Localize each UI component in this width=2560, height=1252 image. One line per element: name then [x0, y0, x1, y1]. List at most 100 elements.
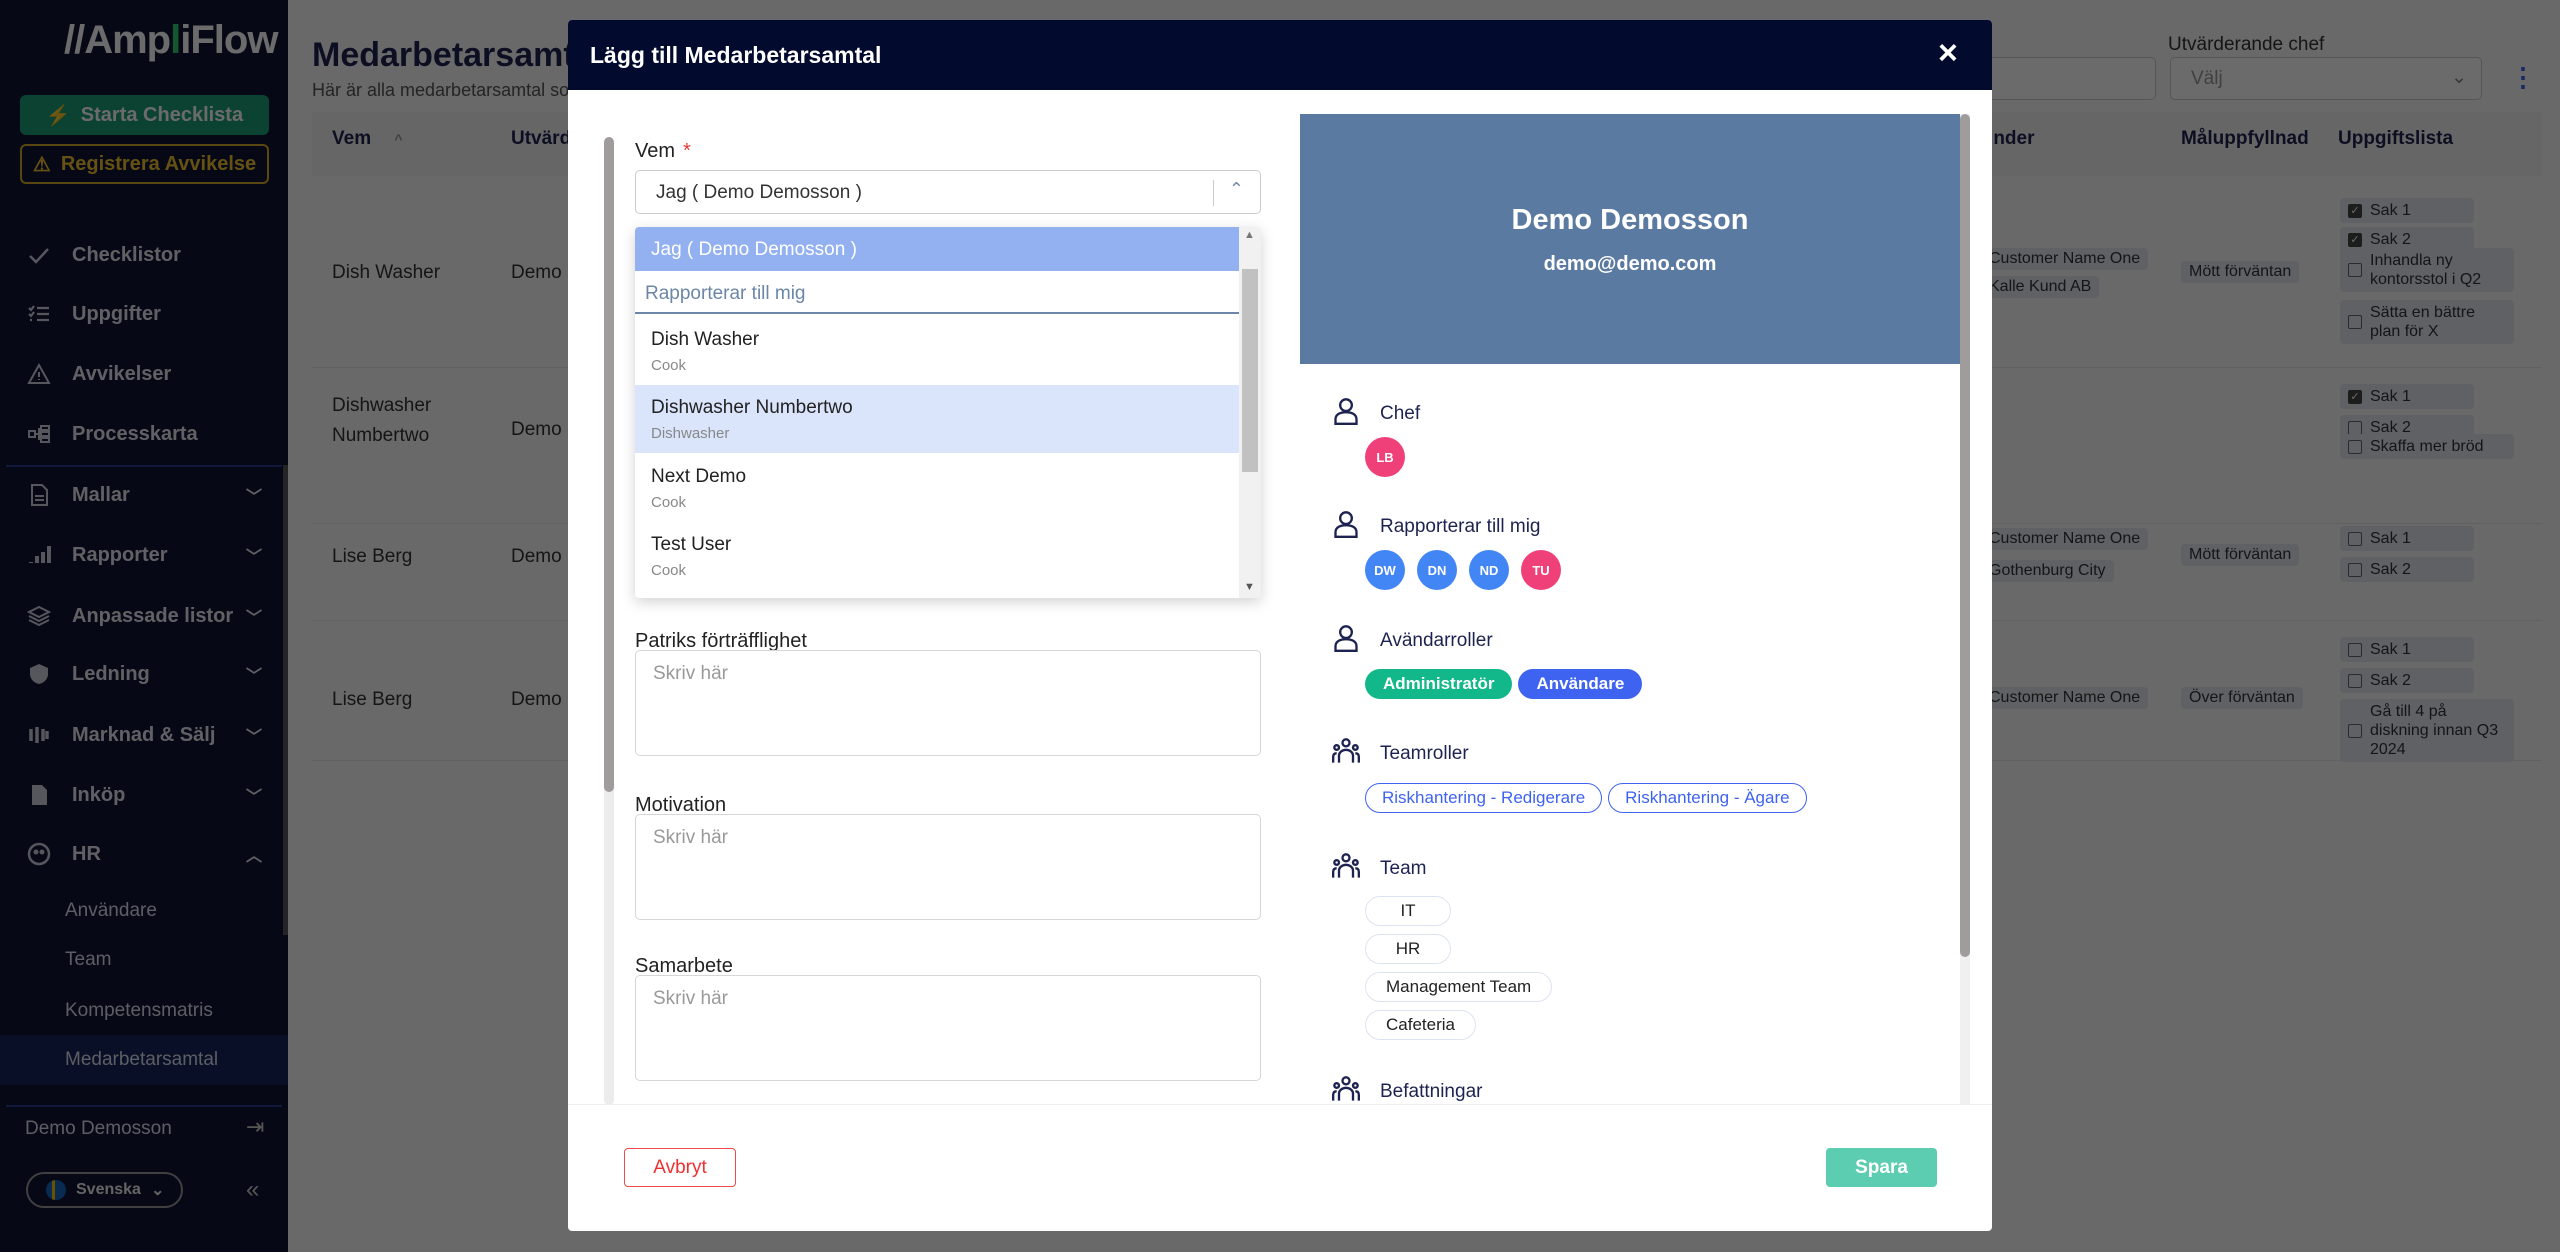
checkbox[interactable] — [2348, 439, 2362, 454]
section-chef-icon — [1332, 397, 1360, 431]
checkbox[interactable] — [2348, 562, 2362, 577]
dropdown-option[interactable]: Test User Cook — [635, 522, 1239, 590]
save-button[interactable]: Spara — [1826, 1148, 1937, 1187]
checkbox[interactable]: ✓ — [2348, 389, 2362, 404]
checkbox[interactable] — [2348, 420, 2362, 435]
bar-chart-icon — [26, 542, 52, 568]
cell-who[interactable]: Dishwasher Numbertwo — [332, 391, 462, 451]
task-item[interactable]: Sak 1 — [2340, 526, 2474, 551]
sidebar-item-uppgifter[interactable]: Uppgifter — [0, 294, 288, 334]
scroll-up-icon[interactable]: ▲ — [1244, 229, 1255, 241]
bolt-icon: ⚡ — [45, 104, 71, 127]
field-textarea[interactable]: Skriv här — [635, 650, 1261, 756]
checkbox[interactable] — [2348, 531, 2362, 546]
profile-email: demo@demo.com — [1543, 253, 1717, 275]
task-item[interactable]: Gå till 4 på diskning innan Q3 2024 — [2340, 699, 2514, 762]
task-item[interactable]: Sak 1 — [2340, 637, 2474, 662]
check-icon — [26, 242, 52, 268]
divider — [6, 1105, 282, 1107]
field-textarea[interactable]: Skriv här — [635, 814, 1261, 920]
column-goal[interactable]: Måluppfyllnad — [2181, 128, 2309, 150]
sidebar-subitem[interactable]: Kompetensmatris — [65, 1000, 213, 1022]
sidebar-item-marknad-sälj[interactable]: Marknad & Sälj ﹀ — [0, 715, 288, 755]
chevron-down-icon: ﹀ — [245, 668, 262, 685]
task-item[interactable]: Sak 2 — [2340, 668, 2474, 693]
column-who[interactable]: Vem ^ — [332, 128, 403, 150]
avatar[interactable]: ND — [1469, 550, 1509, 590]
register-deviation-button[interactable]: ⚠ Registrera Avvikelse — [20, 144, 269, 184]
avatar[interactable]: DN — [1417, 550, 1457, 590]
team-chip: IT — [1365, 896, 1451, 926]
checkbox[interactable] — [2348, 315, 2362, 329]
right-scrollbar-thumb[interactable] — [1960, 114, 1970, 957]
sidebar-subitem[interactable]: Medarbetarsamtal — [65, 1049, 218, 1071]
language-select[interactable]: Svenska ⌄ — [26, 1172, 183, 1208]
option-me[interactable]: Jag ( Demo Demosson ) — [635, 227, 1239, 271]
who-select[interactable]: Jag ( Demo Demosson ) ⌃ — [635, 170, 1261, 214]
team-chip: Management Team — [1365, 972, 1553, 1002]
column-tasks[interactable]: Uppgiftslista — [2338, 128, 2453, 150]
cell-who[interactable]: Lise Berg — [332, 546, 412, 568]
sidebar-subitem[interactable]: Team — [65, 949, 111, 971]
start-checklist-button[interactable]: ⚡ Starta Checklista — [20, 95, 269, 135]
logout-icon[interactable]: ⇥ — [246, 1114, 264, 1140]
collapse-sidebar-icon[interactable]: « — [246, 1176, 259, 1204]
left-scrollbar-thumb[interactable] — [604, 137, 614, 792]
cancel-button[interactable]: Avbryt — [624, 1148, 736, 1187]
document-icon — [26, 482, 52, 508]
evaluator-select[interactable]: Välj ⌄ — [2170, 57, 2482, 100]
close-icon[interactable]: × — [1938, 34, 1958, 73]
scroll-down-icon[interactable]: ▼ — [1244, 581, 1255, 593]
profile-name: Demo Demosson — [1511, 204, 1749, 236]
checkbox[interactable] — [2348, 263, 2362, 277]
goal-tag: Mött förväntan — [2181, 261, 2300, 283]
task-item[interactable]: Inhandla ny kontorsstol i Q2 — [2340, 248, 2514, 292]
dropdown-option[interactable]: Dish Washer Cook — [635, 317, 1239, 385]
more-options-icon[interactable]: ⋮ — [2510, 62, 2536, 93]
avatar[interactable]: LB — [1365, 437, 1405, 477]
filter-label: Utvärderande chef — [2168, 34, 2325, 55]
team-chip: Cafeteria — [1365, 1010, 1476, 1040]
sidebar-item-mallar[interactable]: Mallar ﹀ — [0, 475, 288, 515]
dropdown-option[interactable]: Dishwasher Numbertwo Dishwasher — [635, 385, 1239, 453]
checkbox[interactable]: ✓ — [2348, 232, 2362, 247]
sidebar-item-avvikelser[interactable]: Avvikelser — [0, 354, 288, 394]
customer-tag: Customer Name One — [1981, 248, 2149, 270]
task-item[interactable]: Sak 2 — [2340, 557, 2474, 582]
sidebar-item-ledning[interactable]: Ledning ﹀ — [0, 654, 288, 694]
tasks-icon — [26, 301, 52, 327]
sort-asc-icon[interactable]: ^ — [394, 131, 402, 147]
customer-tag: Customer Name One — [1981, 528, 2149, 550]
sidebar-item-rapporter[interactable]: Rapporter ﹀ — [0, 535, 288, 575]
task-item[interactable]: Skaffa mer bröd — [2340, 434, 2514, 459]
chevron-down-icon: ﹀ — [245, 549, 262, 566]
field-placeholder: Skriv här — [653, 827, 728, 848]
dropdown-scrollbar-thumb[interactable] — [1242, 269, 1258, 472]
sidebar: //AmpliFlow ⚡ Starta Checklista ⚠ Registre… — [0, 0, 288, 1252]
task-item[interactable]: ✓ Sak 1 — [2340, 384, 2474, 409]
option-group-label: Rapporterar till mig — [635, 271, 1239, 314]
cell-who[interactable]: Lise Berg — [332, 689, 412, 711]
cell-who[interactable]: Dish Washer — [332, 262, 440, 284]
checkbox[interactable] — [2348, 642, 2362, 657]
required-marker: * — [683, 140, 691, 162]
sidebar-item-anpassade-listor[interactable]: Anpassade listor ﹀ — [0, 596, 288, 636]
checkbox[interactable] — [2348, 673, 2362, 688]
sidebar-item-processkarta[interactable]: Processkarta — [0, 414, 288, 454]
chef-avatar-list: LB — [1365, 437, 1405, 477]
chevron-down-icon: ﹀ — [245, 610, 262, 627]
avatar[interactable]: TU — [1521, 550, 1561, 590]
dropdown-option[interactable]: Next Demo Cook — [635, 454, 1239, 522]
checkbox[interactable]: ✓ — [2348, 203, 2362, 218]
avatar[interactable]: DW — [1365, 550, 1405, 590]
sidebar-item-inköp[interactable]: Inköp ﹀ — [0, 775, 288, 815]
task-item[interactable]: Sätta en bättre plan för X — [2340, 300, 2514, 344]
sidebar-item-checklistor[interactable]: Checklistor — [0, 235, 288, 275]
sidebar-item-hr[interactable]: HR ︿ — [0, 834, 288, 874]
checkbox[interactable] — [2348, 723, 2362, 738]
task-item[interactable]: ✓ Sak 1 — [2340, 198, 2474, 223]
team-roles-list: Riskhantering - Redigerare Riskhantering … — [1365, 783, 1807, 813]
sidebar-subitem[interactable]: Användare — [65, 900, 157, 922]
chevron-up-icon[interactable]: ⌃ — [1229, 179, 1244, 200]
field-textarea[interactable]: Skriv här — [635, 975, 1261, 1081]
